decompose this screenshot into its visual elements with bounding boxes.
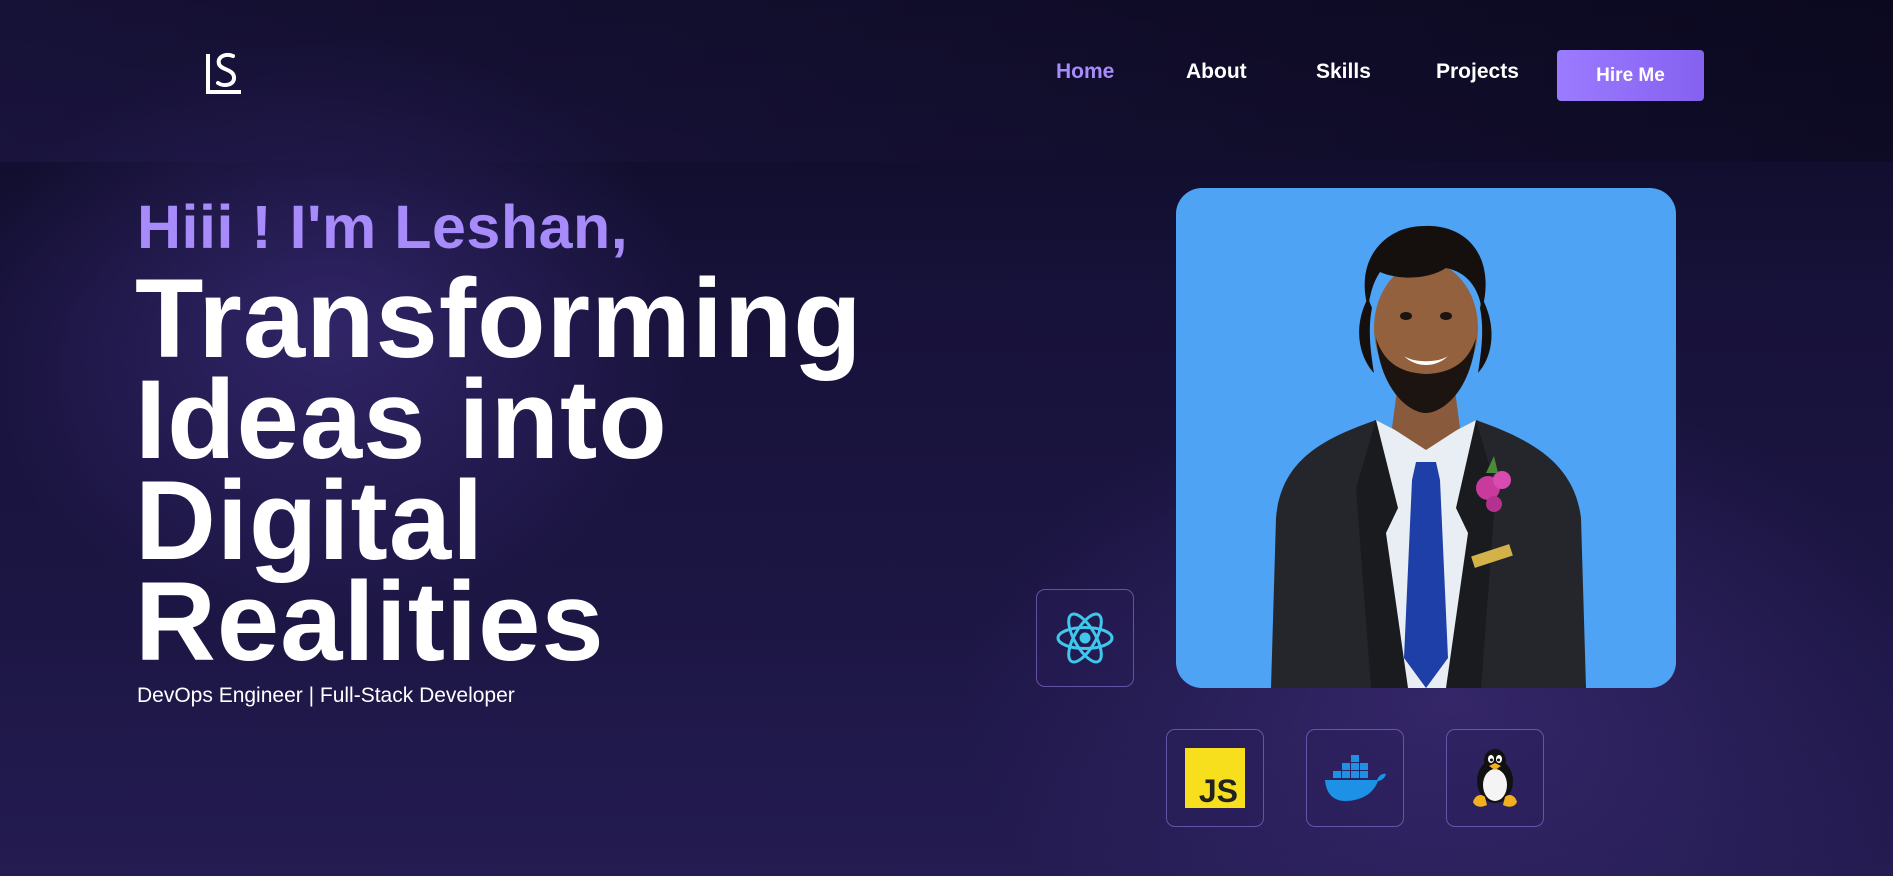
hire-me-button[interactable]: Hire Me [1557, 50, 1704, 101]
profile-photo [1176, 188, 1676, 688]
hero-subtitle: DevOps Engineer | Full-Stack Developer [137, 684, 515, 707]
docker-icon-card[interactable] [1306, 729, 1404, 827]
svg-text:JS: JS [1199, 773, 1238, 808]
nav-skills[interactable]: Skills [1316, 60, 1371, 84]
nav-about[interactable]: About [1186, 60, 1247, 84]
hero-headline: Transforming Ideas into Digital Realitie… [135, 256, 863, 684]
headline-line: Realities [135, 559, 605, 684]
react-icon [1056, 612, 1114, 664]
react-icon-card[interactable] [1036, 589, 1134, 687]
docker-icon [1325, 755, 1386, 801]
headline-line: Ideas into [135, 357, 668, 482]
nav-home[interactable]: Home [1056, 60, 1114, 84]
linux-tux-icon-card[interactable] [1446, 729, 1544, 827]
linux-tux-icon [1473, 749, 1517, 807]
headline-line: Digital [135, 458, 485, 583]
nav-projects[interactable]: Projects [1436, 60, 1519, 84]
greeting: Hiii ! I'm Leshan, [137, 193, 629, 261]
javascript-icon: JS [1185, 748, 1245, 808]
person-illustration [1271, 225, 1586, 688]
javascript-icon-card[interactable]: JS [1166, 729, 1264, 827]
headline-line: Transforming [135, 256, 863, 381]
